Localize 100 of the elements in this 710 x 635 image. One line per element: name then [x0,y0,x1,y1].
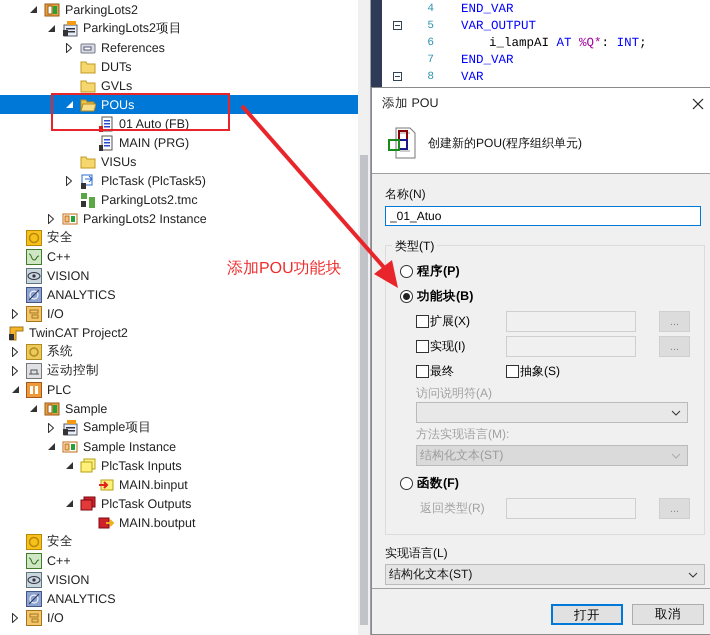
line-number: 6 [426,36,434,48]
tree-item[interactable]: C++ [0,247,75,266]
tree-item[interactable]: 运动控制 [0,361,103,380]
eye-icon [26,268,42,284]
expanded-triangle-icon[interactable] [66,462,73,469]
collapsed-triangle-icon[interactable] [66,42,72,52]
tree-item[interactable]: I/O [0,608,68,627]
tree-item[interactable]: 01 Auto (FB) [0,114,194,133]
checkbox[interactable] [416,340,429,353]
tree-item[interactable]: ANALYTICS [0,589,120,608]
expanded-triangle-icon[interactable] [12,386,19,393]
plc-file-icon [62,420,78,436]
tree-item[interactable]: TwinCAT Project2 [0,323,132,342]
collapsed-triangle-icon[interactable] [12,346,18,356]
expanded-triangle-icon[interactable] [30,6,37,13]
tree-item[interactable]: PLC [0,380,76,399]
expanded-triangle-icon[interactable] [30,405,37,412]
expanded-triangle-icon[interactable] [48,25,55,32]
tree-item[interactable]: VISION [0,570,94,589]
tree-item[interactable]: VISUs [0,152,140,171]
tree-item[interactable]: MAIN.binput [0,475,192,494]
tree-item[interactable]: PlcTask (PlcTask5) [0,171,210,190]
radio-option[interactable]: 功能块(B) [400,284,704,309]
checkbox-option[interactable]: 扩展(X) [416,313,506,330]
collapsed-triangle-icon[interactable] [66,176,72,186]
plc-file-icon [62,20,78,36]
dialog-button[interactable]: 打开 [551,604,623,625]
collapsed-triangle-icon[interactable] [48,214,54,224]
tree-item[interactable]: 安全 [0,228,77,247]
document-icon [98,134,114,150]
code-line: END_VAR [461,52,514,66]
io-icon [26,306,42,322]
tree-item[interactable]: Sample Instance [0,437,180,456]
tree-item[interactable]: ANALYTICS [0,285,120,304]
twincat-icon [8,324,24,340]
tree-item[interactable]: Sample项目 [0,418,156,437]
scrollbar[interactable] [358,0,370,635]
tmc-icon [80,192,96,208]
annotation-text: 添加POU功能块 [227,258,342,279]
collapsed-triangle-icon[interactable] [12,366,18,376]
tree-item[interactable]: ParkingLots2 [0,0,142,19]
collapsed-triangle-icon[interactable] [48,422,54,432]
tree-item[interactable]: GVLs [0,76,136,95]
tree-item[interactable]: 安全 [0,532,77,551]
eye-icon [26,572,42,588]
motion-icon [26,362,42,378]
tree-item[interactable]: MAIN (PRG) [0,133,194,152]
tree-item[interactable]: Sample [0,399,112,418]
input-field[interactable] [506,311,636,332]
tree-item[interactable]: POUs [0,95,358,114]
pou-document-icon [388,127,416,159]
line-number: 5 [426,20,434,32]
code-line: END_VAR [461,2,514,16]
outputs-icon [80,496,96,512]
close-icon[interactable] [692,98,704,110]
checkbox[interactable] [416,365,429,378]
radio-button[interactable] [400,477,413,490]
dropdown[interactable]: 结构化文本(ST) [385,564,705,585]
radio-button[interactable] [400,290,413,303]
collapse-icon[interactable] [392,72,402,81]
tree-item[interactable]: References [0,38,169,57]
collapsed-triangle-icon[interactable] [12,308,18,318]
dialog-description: 创建新的POU(程序组织单元) [428,134,582,152]
dialog-button[interactable]: 取消 [632,604,704,625]
expanded-triangle-icon[interactable] [48,443,55,450]
input-field[interactable] [506,336,636,357]
tree-item[interactable]: ParkingLots2.tmc [0,190,202,209]
tree-item[interactable]: 系统 [0,342,77,361]
tree-item[interactable]: MAIN.boutput [0,513,200,532]
radio-option[interactable]: 函数(F) [400,471,704,496]
tree-item[interactable]: ParkingLots2项目 [0,19,186,38]
dialog-title: 添加 POU [382,95,439,112]
checkbox-option[interactable]: 最终 [416,363,506,380]
checkbox[interactable] [506,365,519,378]
line-number: 7 [426,54,434,66]
checkbox-option[interactable]: 抽象(S) [506,363,560,380]
name-input[interactable]: _01_Atuo [385,206,701,226]
folder-icon [80,154,96,170]
radio-option[interactable]: 程序(P) [400,259,704,284]
tree-item[interactable]: DUTs [0,57,136,76]
field-label: 返回类型(R) [420,501,485,515]
tree-item[interactable]: ParkingLots2 Instance [0,209,211,228]
checkbox[interactable] [416,315,429,328]
group-label: 类型(T) [392,238,438,255]
collapse-icon[interactable] [392,21,402,30]
input-field[interactable] [506,498,636,519]
expanded-triangle-icon[interactable] [66,500,73,507]
line-number: 4 [426,2,434,14]
safety-icon [26,230,42,246]
collapsed-triangle-icon[interactable] [12,612,18,622]
tree-item[interactable]: C++ [0,551,75,570]
checkbox-option[interactable]: 实现(I) [416,338,506,355]
plc-project-icon [44,400,60,416]
tree-item[interactable]: PlcTask Outputs [0,494,196,513]
tree-item[interactable]: VISION [0,266,94,285]
radio-button[interactable] [400,265,413,278]
safety-icon [26,534,42,550]
tree-item[interactable]: I/O [0,304,68,323]
tree-item[interactable]: PlcTask Inputs [0,456,186,475]
code-line: i_lampAI AT %Q*: INT; [489,36,647,50]
